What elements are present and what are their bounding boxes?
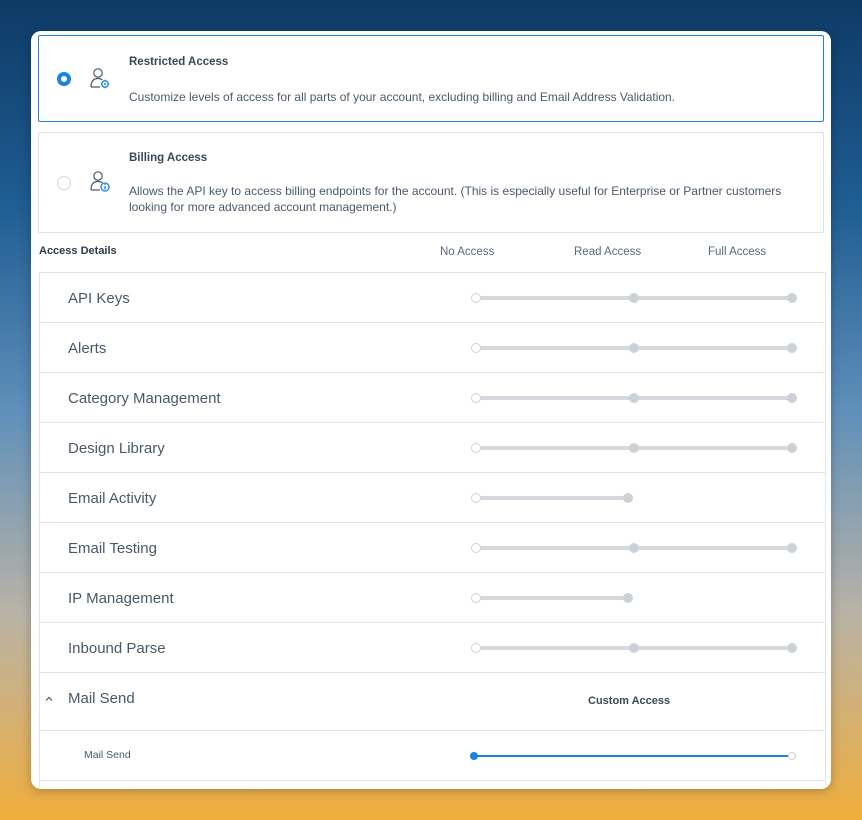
permission-label: Mail Send <box>68 690 135 707</box>
permission-row-email-testing: Email Testing <box>40 523 825 573</box>
access-details-table: API Keys Alerts Category Management Desi… <box>39 272 826 789</box>
permission-label: Inbound Parse <box>68 640 166 657</box>
slider-knob-read-access[interactable] <box>629 293 639 303</box>
column-read-access: Read Access <box>574 246 642 258</box>
permission-label: Alerts <box>68 340 107 357</box>
permission-row-alerts: Alerts <box>40 323 825 373</box>
access-slider[interactable] <box>471 493 801 503</box>
permission-row-api-keys: API Keys <box>40 273 825 323</box>
restricted-access-radio[interactable] <box>57 72 71 86</box>
permission-label: IP Management <box>68 590 174 607</box>
permission-row-inbound-parse: Inbound Parse <box>40 623 825 673</box>
slider-knob-full-access[interactable] <box>787 343 797 353</box>
permission-label: API Keys <box>68 290 130 307</box>
option-restricted-access[interactable]: Restricted Access Customize levels of ac… <box>38 35 824 122</box>
slider-knob-read-access[interactable] <box>629 443 639 453</box>
slider-knob-full-access[interactable] <box>787 293 797 303</box>
access-slider[interactable] <box>471 443 801 453</box>
access-details-label: Access Details <box>39 245 117 257</box>
sub-permission-label: Mail Send <box>84 749 131 761</box>
slider-track <box>475 496 627 500</box>
slider-knob-no-access[interactable] <box>471 343 481 353</box>
access-slider[interactable] <box>471 393 801 403</box>
permission-label: Category Management <box>68 390 221 407</box>
access-slider[interactable] <box>471 593 801 603</box>
permission-row-category-management: Category Management <box>40 373 825 423</box>
user-gear-icon <box>90 68 110 89</box>
column-no-access: No Access <box>440 246 495 258</box>
slider-knob-full-access[interactable] <box>787 543 797 553</box>
access-slider[interactable] <box>471 543 801 553</box>
slider-knob-read-access[interactable] <box>629 643 639 653</box>
slider-knob-read-access[interactable] <box>629 393 639 403</box>
access-slider[interactable] <box>470 751 800 761</box>
slider-knob-no-access[interactable] <box>471 593 481 603</box>
option-description: Allows the API key to access billing end… <box>129 184 782 214</box>
access-slider[interactable] <box>471 343 801 353</box>
slider-knob-no-access[interactable] <box>471 443 481 453</box>
slider-knob-end[interactable] <box>788 752 796 760</box>
permission-label: Design Library <box>68 440 165 457</box>
permission-row-design-library: Design Library <box>40 423 825 473</box>
api-key-permissions-panel: Restricted Access Customize levels of ac… <box>31 31 831 789</box>
slider-knob-read-access[interactable] <box>623 493 633 503</box>
slider-knob-full-access[interactable] <box>787 443 797 453</box>
slider-knob-no-access[interactable] <box>471 293 481 303</box>
sub-permission-row-mail-send: Mail Send <box>40 731 825 781</box>
slider-knob-no-access[interactable] <box>471 543 481 553</box>
slider-track <box>475 596 627 600</box>
slider-knob-full-access[interactable] <box>787 643 797 653</box>
slider-knob-read-access[interactable] <box>629 543 639 553</box>
access-slider[interactable] <box>471 293 801 303</box>
access-slider[interactable] <box>471 643 801 653</box>
slider-knob-no-access[interactable] <box>471 643 481 653</box>
permission-row-ip-management: IP Management <box>40 573 825 623</box>
permission-label: Email Testing <box>68 540 157 557</box>
slider-knob-active[interactable] <box>470 752 478 760</box>
column-full-access: Full Access <box>708 246 767 258</box>
slider-knob-no-access[interactable] <box>471 393 481 403</box>
chevron-up-icon[interactable] <box>44 694 54 704</box>
user-info-icon <box>90 171 110 192</box>
slider-knob-no-access[interactable] <box>471 493 481 503</box>
slider-knob-read-access[interactable] <box>629 343 639 353</box>
option-description: Customize levels of access for all parts… <box>129 90 676 104</box>
option-title: Restricted Access <box>129 56 229 68</box>
custom-access-label: Custom Access <box>588 695 671 707</box>
slider-track-active <box>474 755 790 757</box>
billing-access-radio[interactable] <box>57 176 71 190</box>
slider-knob-read-access[interactable] <box>623 593 633 603</box>
permission-label: Email Activity <box>68 490 157 507</box>
permission-row-email-activity: Email Activity <box>40 473 825 523</box>
access-details-header: Access Details No Access Read Access Ful… <box>31 241 831 261</box>
permission-row-mail-send[interactable]: Mail Send Custom Access <box>40 673 825 731</box>
option-billing-access[interactable]: Billing Access Allows the API key to acc… <box>38 132 824 233</box>
option-title: Billing Access <box>129 152 208 164</box>
slider-knob-full-access[interactable] <box>787 393 797 403</box>
